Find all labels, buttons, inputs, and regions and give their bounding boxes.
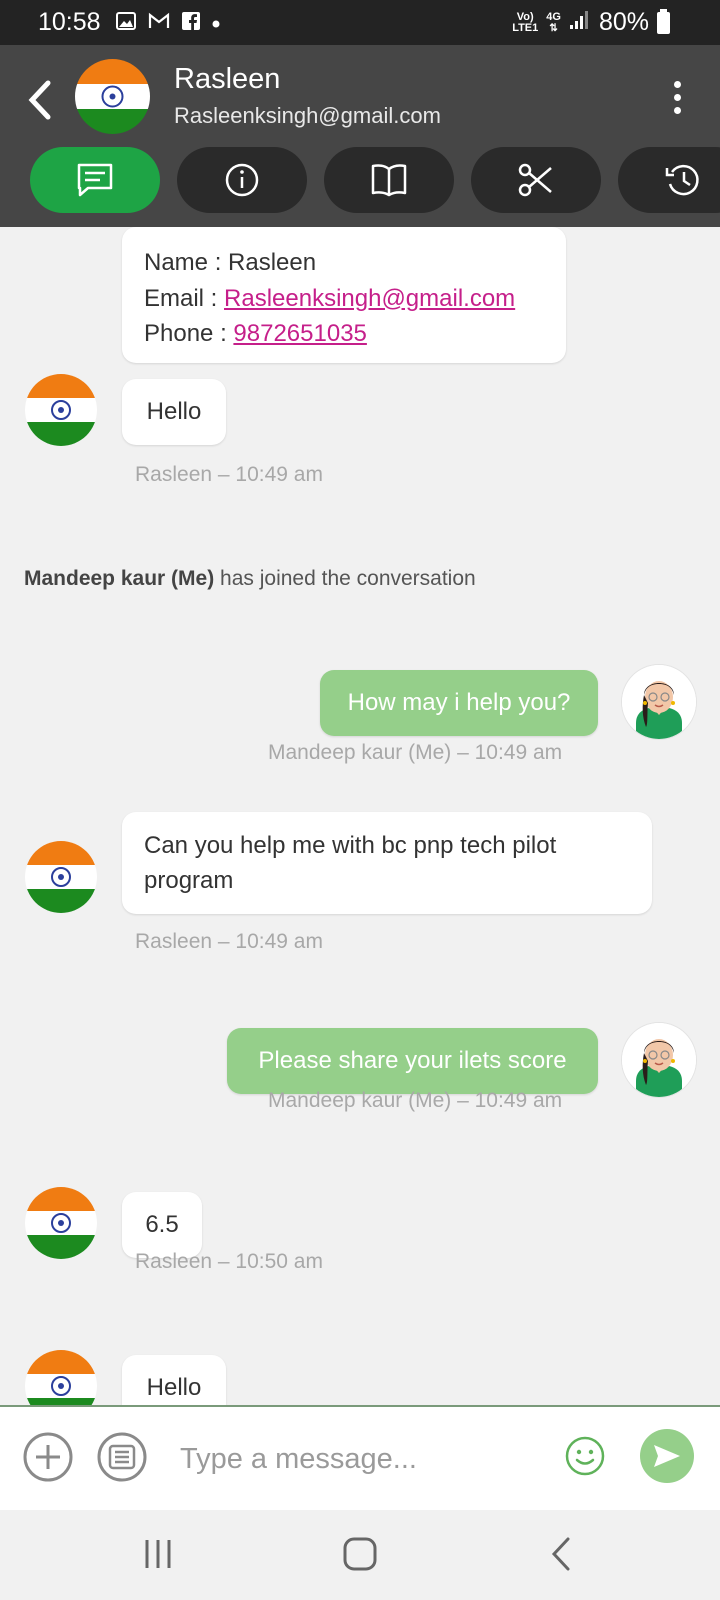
battery-icon xyxy=(657,8,670,34)
agent-avatar xyxy=(622,665,696,739)
recent-apps-icon[interactable] xyxy=(133,1532,183,1576)
india-flag-icon xyxy=(25,841,97,913)
emoji-icon[interactable] xyxy=(560,1431,610,1481)
india-flag-icon xyxy=(25,374,97,446)
battery-percent: 80% xyxy=(598,8,649,36)
system-nav-bar xyxy=(0,1510,720,1600)
message-meta: Mandeep kaur (Me) – 10:49 am xyxy=(268,741,563,764)
gallery-icon xyxy=(116,12,136,35)
scissors-icon xyxy=(518,163,552,197)
status-bar: 10:58 Vo) LTE1 4G ⇅ 80% xyxy=(0,0,720,45)
my-message-bubble: Please share your ilets score xyxy=(227,1028,598,1094)
india-flag-icon xyxy=(25,1350,97,1405)
history-icon xyxy=(665,164,699,196)
message-meta: Rasleen – 10:50 am xyxy=(135,1250,323,1273)
tab-chat[interactable] xyxy=(30,147,160,213)
contact-avatar xyxy=(25,841,97,913)
message-meta: Mandeep kaur (Me) – 10:49 am xyxy=(268,1089,563,1112)
contact-avatar xyxy=(25,1350,97,1405)
card-email-link[interactable]: Rasleenksingh@gmail.com xyxy=(224,285,515,312)
message-bubble: Can you help me with bc pnp tech pilot p… xyxy=(122,812,652,914)
message-meta: Rasleen – 10:49 am xyxy=(135,930,323,953)
agent-avatar xyxy=(622,1023,696,1097)
message-bubble: 6.5 xyxy=(122,1192,202,1258)
contact-avatar xyxy=(25,1187,97,1259)
more-options-icon[interactable] xyxy=(672,81,682,117)
status-time: 10:58 xyxy=(38,8,101,36)
tab-bar xyxy=(0,147,720,213)
contact-name: Rasleen xyxy=(174,63,281,95)
chat-header: Rasleen Rasleenksingh@gmail.com xyxy=(0,45,720,227)
message-composer xyxy=(0,1405,720,1510)
tab-history[interactable] xyxy=(618,147,720,213)
message-bubble: Hello xyxy=(122,1355,226,1405)
signal-icon xyxy=(569,10,591,35)
add-attachment-icon[interactable] xyxy=(22,1431,74,1483)
volte-indicator: Vo) LTE1 xyxy=(512,10,539,34)
india-flag-icon xyxy=(75,59,150,134)
tab-info[interactable] xyxy=(177,147,307,213)
facebook-icon xyxy=(182,12,200,35)
info-icon xyxy=(225,163,259,197)
notification-dot-icon xyxy=(212,15,220,33)
india-flag-icon xyxy=(25,1187,97,1259)
system-message: Mandeep kaur (Me) has joined the convers… xyxy=(24,567,476,590)
tab-canned[interactable] xyxy=(471,147,601,213)
network-4g-indicator: 4G ⇅ xyxy=(546,10,561,34)
back-arrow-icon[interactable] xyxy=(22,75,56,125)
gmail-icon xyxy=(148,12,170,35)
home-icon[interactable] xyxy=(335,1532,385,1576)
book-icon xyxy=(371,164,407,197)
message-list[interactable]: Name : Rasleen Email : Rasleenksingh@gma… xyxy=(0,227,720,1405)
card-name: Rasleen xyxy=(228,249,317,276)
chat-icon xyxy=(77,163,113,197)
contact-avatar xyxy=(25,374,97,446)
agent-face-icon xyxy=(622,1023,696,1097)
my-message-bubble: How may i help you? xyxy=(320,670,598,736)
message-input[interactable] xyxy=(180,1437,540,1481)
send-icon xyxy=(654,1445,680,1467)
message-bubble: Hello xyxy=(122,379,226,445)
send-button[interactable] xyxy=(640,1429,694,1483)
card-phone-link[interactable]: 9872651035 xyxy=(233,320,366,347)
back-icon[interactable] xyxy=(537,1532,587,1576)
contact-info-card: Name : Rasleen Email : Rasleenksingh@gma… xyxy=(122,227,566,363)
canned-responses-icon[interactable] xyxy=(96,1431,148,1483)
tab-knowledge[interactable] xyxy=(324,147,454,213)
contact-avatar[interactable] xyxy=(75,59,150,134)
message-meta: Rasleen – 10:49 am xyxy=(135,463,323,486)
agent-face-icon xyxy=(622,665,696,739)
contact-email: Rasleenksingh@gmail.com xyxy=(174,103,441,128)
